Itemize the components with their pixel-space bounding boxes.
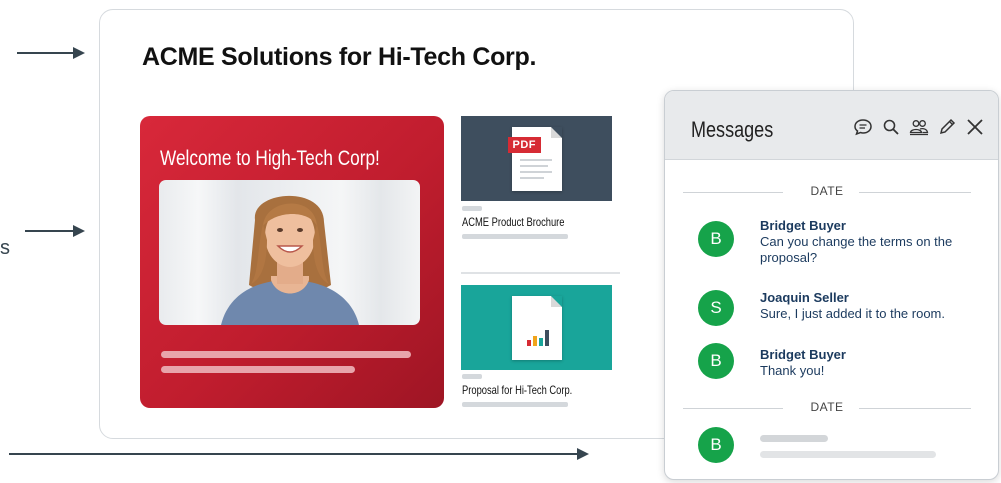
message-text: Thank you!	[760, 363, 825, 378]
brochure-document-thumbnail[interactable]: PDF	[461, 116, 612, 201]
pointer-arrow-top	[17, 47, 85, 59]
presenter-video-thumbnail[interactable]	[159, 180, 420, 325]
messages-header: Messages	[665, 91, 998, 160]
edge-text-fragment: s	[0, 237, 10, 259]
pdf-badge: PDF	[507, 137, 541, 153]
brochure-document-name[interactable]: ACME Product Brochure	[462, 215, 564, 229]
description-placeholder-line	[161, 351, 411, 358]
document-meta-placeholder	[462, 374, 482, 379]
message-text: Sure, I just added it to the room.	[760, 306, 945, 321]
avatar[interactable]: B	[698, 427, 734, 463]
messages-panel: Messages DATE B Bridget Buyer Can you ch…	[664, 90, 999, 480]
avatar[interactable]: B	[698, 221, 734, 257]
message-sender: Joaquin Seller	[760, 290, 849, 305]
message-loading-placeholder	[760, 451, 936, 458]
pointer-arrow-middle	[25, 225, 85, 237]
message-sender: Bridget Buyer	[760, 347, 846, 362]
message-text: Can you change the terms on the proposal…	[760, 234, 953, 265]
bar-chart-icon	[526, 330, 549, 346]
date-separator: DATE	[683, 184, 971, 200]
pdf-file-icon: PDF	[507, 127, 562, 191]
date-separator: DATE	[683, 400, 971, 416]
welcome-heading: Welcome to High-Tech Corp!	[160, 147, 380, 170]
avatar[interactable]: B	[698, 343, 734, 379]
chat-bubble-icon[interactable]	[852, 116, 874, 138]
document-meta-placeholder	[462, 234, 568, 239]
document-meta-placeholder	[462, 402, 568, 407]
search-icon[interactable]	[880, 116, 902, 138]
message-loading-placeholder	[760, 435, 828, 442]
welcome-video-card[interactable]: Welcome to High-Tech Corp!	[140, 116, 444, 408]
presenter-portrait-image	[221, 195, 359, 325]
pointer-arrow-bottom	[9, 448, 589, 460]
close-icon[interactable]	[964, 116, 986, 138]
proposal-document-thumbnail[interactable]	[461, 285, 612, 370]
document-divider	[461, 272, 620, 274]
people-icon[interactable]	[908, 116, 930, 138]
avatar[interactable]: S	[698, 290, 734, 326]
proposal-document-name[interactable]: Proposal for Hi-Tech Corp.	[462, 383, 572, 397]
message-sender: Bridget Buyer	[760, 218, 846, 233]
pencil-icon[interactable]	[936, 116, 958, 138]
document-meta-placeholder	[462, 206, 482, 211]
messages-toolbar	[852, 116, 986, 138]
description-placeholder-line	[161, 366, 355, 373]
room-title: ACME Solutions for Hi-Tech Corp.	[142, 43, 537, 71]
messages-title: Messages	[691, 117, 774, 142]
report-file-icon	[511, 296, 562, 360]
